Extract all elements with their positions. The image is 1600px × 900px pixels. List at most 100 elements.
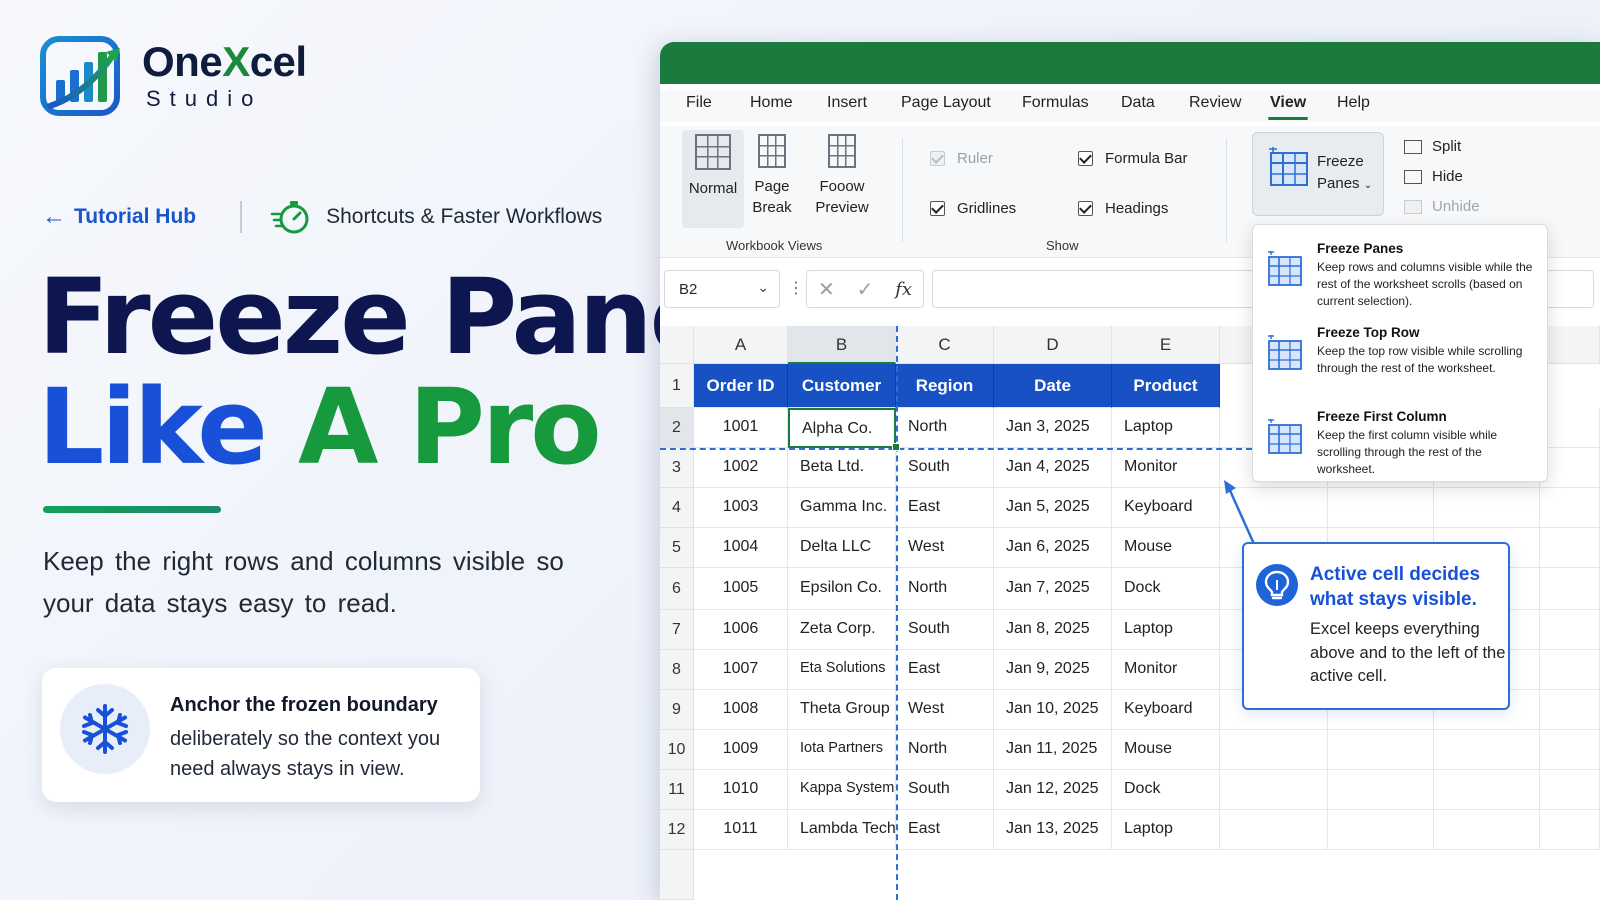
empty-cell[interactable] [1540, 690, 1600, 730]
empty-cell[interactable] [1328, 488, 1434, 528]
table-cell[interactable]: Jan 5, 2025 [994, 488, 1112, 528]
header-cell[interactable]: Region [896, 364, 994, 408]
table-cell[interactable]: West [896, 690, 994, 730]
header-cell[interactable]: Customer [788, 364, 896, 408]
column-header-e[interactable]: E [1112, 326, 1220, 364]
table-cell[interactable]: 1003 [694, 488, 788, 528]
page-layout-button[interactable]: Fooow Preview [812, 130, 872, 218]
row-header-3[interactable]: 3 [660, 448, 694, 488]
table-cell[interactable]: Zeta Corp. [788, 610, 896, 650]
row-header-5[interactable]: 5 [660, 528, 694, 568]
table-cell[interactable]: 1002 [694, 448, 788, 488]
menu-item-freeze-top-row[interactable]: Freeze Top Row Keep the top row visible w… [1253, 315, 1547, 399]
row-header-9[interactable]: 9 [660, 690, 694, 730]
table-cell[interactable]: Jan 8, 2025 [994, 610, 1112, 650]
empty-cell[interactable] [1220, 730, 1328, 770]
empty-cell[interactable] [1328, 730, 1434, 770]
table-cell[interactable]: Gamma Inc. [788, 488, 896, 528]
table-cell[interactable]: 1010 [694, 770, 788, 810]
unhide-button[interactable]: Unhide [1404, 198, 1480, 215]
cancel-icon[interactable]: ✕ [818, 277, 835, 302]
table-cell[interactable]: 1007 [694, 650, 788, 690]
fill-handle[interactable] [892, 443, 900, 451]
active-cell[interactable]: Alpha Co. [788, 408, 896, 448]
table-cell[interactable]: North [896, 408, 994, 448]
header-cell[interactable]: Order ID [694, 364, 788, 408]
column-header-b[interactable]: B [788, 326, 896, 364]
empty-cell[interactable] [1540, 610, 1600, 650]
column-header-c[interactable]: C [896, 326, 994, 364]
empty-cell[interactable] [1328, 770, 1434, 810]
table-cell[interactable]: East [896, 810, 994, 850]
table-cell[interactable]: Mouse [1112, 730, 1220, 770]
table-cell[interactable]: 1011 [694, 810, 788, 850]
menu-item-freeze-first-column[interactable]: Freeze First Column Keep the first column… [1253, 399, 1547, 483]
empty-cell[interactable] [1540, 770, 1600, 810]
gridlines-checkbox[interactable]: Gridlines [930, 200, 1016, 217]
table-cell[interactable]: Iota Partners [788, 730, 896, 770]
row-header-6[interactable]: 6 [660, 568, 694, 610]
table-cell[interactable]: Jan 11, 2025 [994, 730, 1112, 770]
empty-cell[interactable] [1434, 488, 1540, 528]
table-cell[interactable]: Lambda Tech [788, 810, 896, 850]
table-cell[interactable]: Delta LLC [788, 528, 896, 568]
tab-help[interactable]: Help [1337, 94, 1370, 112]
empty-cell[interactable] [1540, 528, 1600, 568]
back-link[interactable]: ← Tutorial Hub [42, 203, 196, 231]
table-cell[interactable]: Monitor [1112, 650, 1220, 690]
table-cell[interactable]: Jan 6, 2025 [994, 528, 1112, 568]
table-cell[interactable]: North [896, 568, 994, 610]
select-all-corner[interactable] [660, 326, 694, 364]
table-cell[interactable]: Dock [1112, 568, 1220, 610]
table-cell[interactable]: East [896, 650, 994, 690]
table-cell[interactable]: Jan 13, 2025 [994, 810, 1112, 850]
table-cell[interactable]: Jan 10, 2025 [994, 690, 1112, 730]
table-cell[interactable]: 1006 [694, 610, 788, 650]
headings-checkbox[interactable]: Headings [1078, 200, 1168, 217]
header-cell[interactable]: Product [1112, 364, 1220, 408]
tab-review[interactable]: Review [1189, 94, 1241, 112]
table-cell[interactable]: 1001 [694, 408, 788, 448]
table-cell[interactable]: Jan 12, 2025 [994, 770, 1112, 810]
insert-function-icon[interactable]: fx [895, 279, 912, 300]
table-cell[interactable]: 1004 [694, 528, 788, 568]
table-cell[interactable]: Eta Solutions [788, 650, 896, 690]
tab-formulas[interactable]: Formulas [1022, 94, 1089, 112]
row-header-empty[interactable] [660, 850, 694, 900]
table-cell[interactable]: Keyboard [1112, 488, 1220, 528]
empty-cell[interactable] [1540, 650, 1600, 690]
more-options-icon[interactable]: ⋮ [788, 278, 804, 298]
table-cell[interactable]: 1005 [694, 568, 788, 610]
table-cell[interactable]: Laptop [1112, 408, 1220, 448]
row-header-8[interactable]: 8 [660, 650, 694, 690]
normal-view-button[interactable]: Normal [682, 130, 744, 228]
tab-data[interactable]: Data [1121, 94, 1155, 112]
empty-cell[interactable] [1434, 730, 1540, 770]
empty-cell[interactable] [1434, 810, 1540, 850]
empty-cell[interactable] [1220, 810, 1328, 850]
row-header-2[interactable]: 2 [660, 408, 694, 448]
tab-insert[interactable]: Insert [827, 94, 867, 112]
table-cell[interactable]: South [896, 770, 994, 810]
empty-cell[interactable] [1540, 810, 1600, 850]
table-cell[interactable]: Laptop [1112, 810, 1220, 850]
name-box[interactable]: B2 ⌄ [664, 270, 780, 308]
table-cell[interactable]: Jan 3, 2025 [994, 408, 1112, 448]
hide-button[interactable]: Hide [1404, 168, 1463, 185]
empty-cell[interactable] [1328, 810, 1434, 850]
empty-cell[interactable] [1220, 770, 1328, 810]
table-cell[interactable]: Monitor [1112, 448, 1220, 488]
table-cell[interactable]: East [896, 488, 994, 528]
table-cell[interactable]: Jan 7, 2025 [994, 568, 1112, 610]
confirm-icon[interactable]: ✓ [857, 277, 874, 302]
empty-cell[interactable] [1434, 770, 1540, 810]
row-header-4[interactable]: 4 [660, 488, 694, 528]
table-cell[interactable]: South [896, 448, 994, 488]
tab-file[interactable]: File [686, 94, 712, 112]
table-cell[interactable]: Epsilon Co. [788, 568, 896, 610]
menu-item-freeze-panes[interactable]: Freeze Panes Keep rows and columns visibl… [1253, 231, 1547, 315]
table-cell[interactable]: West [896, 528, 994, 568]
tab-page-layout[interactable]: Page Layout [901, 94, 991, 112]
row-header-11[interactable]: 11 [660, 770, 694, 810]
row-header-7[interactable]: 7 [660, 610, 694, 650]
